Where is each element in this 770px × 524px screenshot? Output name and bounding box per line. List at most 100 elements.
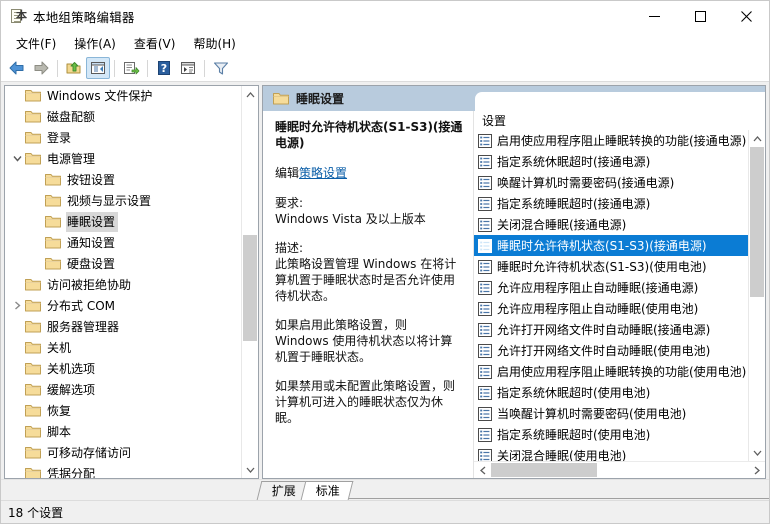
tree-twisty-placeholder xyxy=(9,400,25,421)
chevron-down-icon[interactable] xyxy=(9,148,25,169)
scroll-up-icon[interactable] xyxy=(242,86,258,103)
settings-list-item[interactable]: 指定系统休眠超时(使用电池) xyxy=(474,382,748,403)
menu-file[interactable]: 文件(F) xyxy=(7,33,65,55)
settings-list-item[interactable]: 关闭混合睡眠(使用电池) xyxy=(474,445,748,461)
settings-list-item[interactable]: 指定系统睡眠超时(使用电池) xyxy=(474,424,748,445)
settings-vertical-scrollbar[interactable] xyxy=(748,130,765,461)
folder-icon xyxy=(45,236,61,249)
tree-node[interactable]: 硬盘设置 xyxy=(5,253,241,274)
tree-node[interactable]: 按钮设置 xyxy=(5,169,241,190)
settings-list-item[interactable]: 允许打开网络文件时自动睡眠(使用电池) xyxy=(474,340,748,361)
edit-policy-row: 编辑策略设置 xyxy=(275,165,463,181)
scroll-down-icon[interactable] xyxy=(242,461,258,478)
tree-node[interactable]: 睡眠设置 xyxy=(5,211,241,232)
chevron-right-icon[interactable] xyxy=(9,295,25,316)
list-scroll-down-icon[interactable] xyxy=(749,444,765,461)
description-paragraph-2: 如果启用此策略设置，则 Windows 使用待机状态以将计算机置于睡眠状态。 xyxy=(275,318,453,364)
settings-list-item[interactable]: 唤醒计算机时需要密码(接通电源) xyxy=(474,172,748,193)
settings-list-item-label: 允许打开网络文件时自动睡眠(使用电池) xyxy=(497,344,711,358)
settings-list-item-label: 指定系统睡眠超时(使用电池) xyxy=(497,428,651,442)
folder-icon xyxy=(45,257,61,270)
policy-setting-icon xyxy=(478,448,492,461)
list-hscroll-thumb[interactable] xyxy=(491,463,597,477)
settings-list-item[interactable]: 睡眠时允许待机状态(S1-S3)(使用电池) xyxy=(474,256,748,277)
settings-list-item-label: 指定系统睡眠超时(接通电源) xyxy=(497,197,651,211)
settings-list-item[interactable]: 指定系统睡眠超时(接通电源) xyxy=(474,193,748,214)
tree-node[interactable]: 可移动存储访问 xyxy=(5,442,241,463)
show-details-pane-icon[interactable] xyxy=(176,57,200,79)
up-one-level-icon[interactable] xyxy=(62,57,86,79)
settings-list-item-label: 唤醒计算机时需要密码(接通电源) xyxy=(497,176,675,190)
menu-help[interactable]: 帮助(H) xyxy=(184,33,244,55)
folder-icon xyxy=(25,89,41,102)
tree-node-label: 可移动存储访问 xyxy=(47,445,132,460)
tree-node[interactable]: 关机选项 xyxy=(5,358,241,379)
settings-list-item[interactable]: 指定系统休眠超时(接通电源) xyxy=(474,151,748,172)
menu-view[interactable]: 查看(V) xyxy=(125,33,185,55)
settings-list-item[interactable]: 睡眠时允许待机状态(S1-S3)(接通电源) xyxy=(474,235,748,256)
menu-action[interactable]: 操作(A) xyxy=(65,33,125,55)
forward-icon[interactable] xyxy=(29,57,53,79)
description-paragraph-3: 如果禁用或未配置此策略设置，则计算机可进入的睡眠状态仅为休眠。 xyxy=(275,379,456,425)
list-scroll-left-icon[interactable] xyxy=(474,462,491,478)
export-list-icon[interactable] xyxy=(119,57,143,79)
list-scroll-up-icon[interactable] xyxy=(749,130,765,147)
settings-list-item[interactable]: 启用使应用程序阻止睡眠转换的功能(接通电源) xyxy=(474,130,748,151)
folder-icon xyxy=(25,131,41,144)
settings-list-item[interactable]: 启用使应用程序阻止睡眠转换的功能(使用电池) xyxy=(474,361,748,382)
minimize-button[interactable] xyxy=(631,1,677,32)
tree-node[interactable]: 缓解选项 xyxy=(5,379,241,400)
tree-node[interactable]: 访问被拒绝协助 xyxy=(5,274,241,295)
tree-node[interactable]: Windows 文件保护 xyxy=(5,86,241,106)
maximize-button[interactable] xyxy=(677,1,723,32)
tree-scroll-track[interactable] xyxy=(242,103,258,461)
tree-twisty-placeholder xyxy=(29,211,45,232)
settings-list-item[interactable]: 允许打开网络文件时自动睡眠(接通电源) xyxy=(474,319,748,340)
folder-icon xyxy=(45,215,61,228)
settings-horizontal-scrollbar[interactable] xyxy=(474,461,765,478)
list-scroll-right-icon[interactable] xyxy=(748,462,765,478)
tree-node[interactable]: 恢复 xyxy=(5,400,241,421)
tree-node[interactable]: 电源管理 xyxy=(5,148,241,169)
title-bar: 本 本地组策略编辑器 xyxy=(1,1,769,32)
settings-list-item[interactable]: 关闭混合睡眠(接通电源) xyxy=(474,214,748,235)
toolbar-separator-3 xyxy=(147,59,148,77)
settings-list-item-label: 启用使应用程序阻止睡眠转换的功能(使用电池) xyxy=(497,365,747,379)
folder-icon xyxy=(25,299,41,312)
tree-scroll-thumb[interactable] xyxy=(243,235,257,341)
policy-setting-icon xyxy=(478,259,492,274)
help-icon[interactable]: ? xyxy=(152,57,176,79)
edit-policy-setting-link[interactable]: 策略设置 xyxy=(299,166,347,180)
tree-node[interactable]: 视频与显示设置 xyxy=(5,190,241,211)
settings-list-item[interactable]: 当唤醒计算机时需要密码(使用电池) xyxy=(474,403,748,424)
show-hide-tree-icon[interactable] xyxy=(86,57,110,79)
tree-node[interactable]: 关机 xyxy=(5,337,241,358)
close-button[interactable] xyxy=(723,1,769,32)
tree-node[interactable]: 凭据分配 xyxy=(5,463,241,478)
list-scroll-track[interactable] xyxy=(749,147,765,444)
policy-setting-icon xyxy=(478,154,492,169)
filter-icon[interactable] xyxy=(209,57,233,79)
policy-detail-pane: 睡眠时允许待机状态(S1-S3)(接通电源) 编辑策略设置 要求: Window… xyxy=(263,111,473,478)
settings-list-item-label: 睡眠时允许待机状态(S1-S3)(使用电池) xyxy=(497,260,707,274)
tree-vertical-scrollbar[interactable] xyxy=(241,86,258,478)
policy-setting-icon xyxy=(478,238,492,253)
tree-node[interactable]: 磁盘配额 xyxy=(5,106,241,127)
tree-scroll-viewport: Windows 文件保护 磁盘配额 登录 电源管理 按钮设置 视频与显示设置 睡眠设置 通知设… xyxy=(5,86,241,478)
tree-node-label: 脚本 xyxy=(47,424,72,439)
settings-list-item[interactable]: 允许应用程序阻止自动睡眠(接通电源) xyxy=(474,277,748,298)
tree-node[interactable]: 分布式 COM xyxy=(5,295,241,316)
tree-node-label: 缓解选项 xyxy=(47,382,96,397)
tree-node[interactable]: 服务器管理器 xyxy=(5,316,241,337)
back-icon[interactable] xyxy=(5,57,29,79)
tree-node[interactable]: 通知设置 xyxy=(5,232,241,253)
list-scroll-thumb[interactable] xyxy=(750,147,764,297)
settings-column-header[interactable]: 设置 xyxy=(474,111,765,130)
settings-list-item[interactable]: 允许应用程序阻止自动睡眠(使用电池) xyxy=(474,298,748,319)
toolbar-separator-4 xyxy=(204,59,205,77)
list-hscroll-track[interactable] xyxy=(491,462,748,478)
tree-twisty-placeholder xyxy=(29,190,45,211)
tree-node[interactable]: 脚本 xyxy=(5,421,241,442)
tab-standard[interactable]: 标准 xyxy=(300,481,354,500)
tree-node[interactable]: 登录 xyxy=(5,127,241,148)
